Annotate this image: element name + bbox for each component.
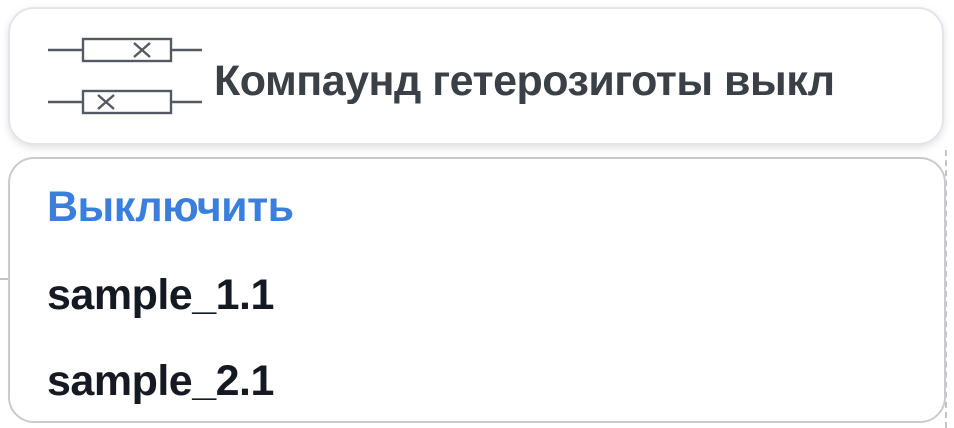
dashed-guide [0, 278, 8, 280]
dropdown-menu: Выключить sample_1.1 sample_2.1 [8, 157, 946, 423]
compound-heterozygote-icon [48, 37, 202, 115]
dropdown-selected-label: Компаунд гетерозиготы выкл [214, 57, 835, 105]
option-sample-1-1[interactable]: sample_1.1 [47, 271, 274, 320]
compound-heterozygote-dropdown[interactable]: Компаунд гетерозиготы выкл [8, 7, 944, 145]
option-disable[interactable]: Выключить [47, 183, 294, 232]
option-sample-2-1[interactable]: sample_2.1 [47, 357, 274, 406]
dropdown-container: Компаунд гетерозиготы выкл Выключить sam… [0, 0, 954, 428]
